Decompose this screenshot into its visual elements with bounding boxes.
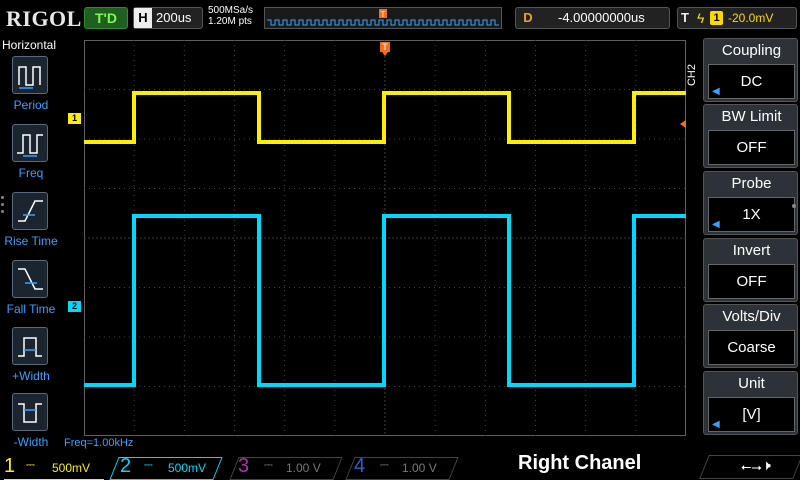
dc-coupling-icon: ⎓ xyxy=(144,459,153,471)
timebase-display[interactable]: H 200us xyxy=(133,7,203,29)
usb-icon: ⭠⭢ xyxy=(741,459,762,474)
ch1-waveform xyxy=(84,91,686,144)
ch2-number: 2 xyxy=(120,455,132,477)
trigger-level-marker xyxy=(680,120,686,128)
coupling-value: ◀ DC xyxy=(708,64,795,99)
negative-width-icon xyxy=(12,393,48,431)
volts-div-value: Coarse xyxy=(708,330,795,365)
measure-negative-width-button[interactable]: -Width xyxy=(0,393,62,459)
coupling-title: Coupling xyxy=(721,42,782,59)
bw-limit-title: BW Limit xyxy=(721,108,782,125)
measure-period-button[interactable]: Period xyxy=(0,56,62,122)
trigger-status[interactable]: T ϟ 1 -20.0mV xyxy=(677,7,797,29)
measure-rise-time-button[interactable]: Rise Time xyxy=(0,192,62,258)
ch3-number: 3 xyxy=(238,455,250,477)
invert-title: Invert xyxy=(732,242,771,259)
invert-value: OFF xyxy=(708,264,795,299)
positive-width-icon xyxy=(12,327,48,365)
channel-status-bar: 1 ⎓ 500mV 2 ⎓ 500mV 3 ⎓ 1.00 V 4 ⎓ 1.00 … xyxy=(0,455,800,480)
measure-freq-button[interactable]: Freq xyxy=(0,124,62,190)
unit-title: Unit xyxy=(738,375,765,392)
top-status-bar: RIGOL T'D H 200us 500MSa/s 1.20M pts T D… xyxy=(0,0,800,36)
negative-width-label: -Width xyxy=(13,435,49,449)
timebase-label: H xyxy=(134,8,152,28)
fall-time-icon xyxy=(12,260,48,298)
dc-coupling-icon: ⎓ xyxy=(380,459,389,471)
ch4-status[interactable]: 4 ⎓ 1.00 V xyxy=(345,455,459,480)
memory-depth: 1.20M pts xyxy=(208,16,252,27)
ch2-scale: 500mV xyxy=(168,461,207,475)
unit-softkey[interactable]: Unit ◀ [V] xyxy=(703,371,798,435)
ch2-offset-marker[interactable]: 2 xyxy=(68,301,81,312)
trigger-level: -20.0mV xyxy=(728,11,774,25)
probe-softkey[interactable]: Probe ◀ 1X xyxy=(703,171,798,235)
ch3-scale: 1.00 V xyxy=(286,461,321,475)
selector-arrow-icon: ◀ xyxy=(712,219,720,230)
trigger-source: 1 xyxy=(710,11,723,25)
volts-div-softkey[interactable]: Volts/Div Coarse xyxy=(703,304,798,368)
channel-menu-label: CH2 xyxy=(686,64,698,87)
channel-settings-menu: Coupling ◀ DC BW Limit OFF Probe ◀ 1X Inve… xyxy=(703,38,800,456)
ch1-scale: 500mV xyxy=(52,461,91,475)
delay-value: -4.00000000us xyxy=(558,10,645,25)
freq-icon xyxy=(12,124,48,162)
rise-time-icon xyxy=(12,192,48,230)
probe-value: ◀ 1X xyxy=(708,197,795,232)
measure-positive-width-button[interactable]: +Width xyxy=(0,327,62,393)
ch2-status[interactable]: 2 ⎓ 500mV xyxy=(109,455,223,480)
run-status-badge[interactable]: T'D xyxy=(84,7,128,29)
measure-fall-time-button[interactable]: Fall Time xyxy=(0,260,62,326)
trigger-label: T xyxy=(681,10,689,25)
timebase-value: 200us xyxy=(156,10,192,25)
memory-overview-waveform: T xyxy=(267,9,499,26)
waveform-display[interactable]: T xyxy=(84,40,686,436)
menu-title: Horizontal xyxy=(2,38,57,52)
horizontal-measure-menu: Horizontal Period Freq Rise Time Fall Ti… xyxy=(0,36,62,454)
ch4-scale: 1.00 V xyxy=(402,461,437,475)
menu-page-dots xyxy=(792,204,798,208)
ch1-offset-marker[interactable]: 1 xyxy=(68,113,81,124)
brand-logo: RIGOL xyxy=(6,6,82,31)
selector-arrow-icon: ◀ xyxy=(712,419,720,430)
sample-rate: 500MSa/s xyxy=(208,5,254,16)
frequency-readout: Freq=1.00kHz xyxy=(64,437,134,449)
ch1-number: 1 xyxy=(4,455,16,477)
delay-label: D xyxy=(523,10,533,25)
rise-time-label: Rise Time xyxy=(4,234,58,248)
horizontal-delay-display[interactable]: D -4.00000000us xyxy=(515,7,670,29)
dc-coupling-icon: ⎓ xyxy=(26,459,35,471)
period-icon xyxy=(12,56,48,94)
ch2-waveform xyxy=(84,214,686,387)
screen-title-label: Right Chanel xyxy=(518,452,642,474)
waveform-canvas: T xyxy=(84,40,686,436)
ch4-number: 4 xyxy=(354,455,366,477)
trigger-position-marker: T xyxy=(380,42,390,56)
probe-title: Probe xyxy=(731,175,772,192)
period-label: Period xyxy=(13,98,49,112)
freq-label: Freq xyxy=(18,166,44,180)
positive-width-label: +Width xyxy=(12,369,50,383)
bw-limit-softkey[interactable]: BW Limit OFF xyxy=(703,104,798,168)
fall-time-label: Fall Time xyxy=(6,302,56,316)
volts-div-title: Volts/Div xyxy=(722,308,781,325)
overview-trigger-marker: T xyxy=(381,10,386,19)
dc-coupling-icon: ⎓ xyxy=(264,459,273,471)
invert-softkey[interactable]: Invert OFF xyxy=(703,238,798,302)
rising-edge-icon: ϟ xyxy=(697,10,705,26)
acquisition-info: 500MSa/s 1.20M pts xyxy=(208,5,253,27)
bw-limit-value: OFF xyxy=(708,130,795,165)
trigger-position-label: T xyxy=(382,42,388,52)
ch3-status[interactable]: 3 ⎓ 1.00 V xyxy=(229,455,343,480)
speaker-muted-icon[interactable]: 🕨 xyxy=(762,457,771,474)
ch1-status[interactable]: 1 ⎓ 500mV xyxy=(4,455,104,480)
coupling-softkey[interactable]: Coupling ◀ DC xyxy=(703,38,798,102)
unit-value: ◀ [V] xyxy=(708,397,795,432)
memory-overview-bar[interactable]: T xyxy=(264,7,502,29)
